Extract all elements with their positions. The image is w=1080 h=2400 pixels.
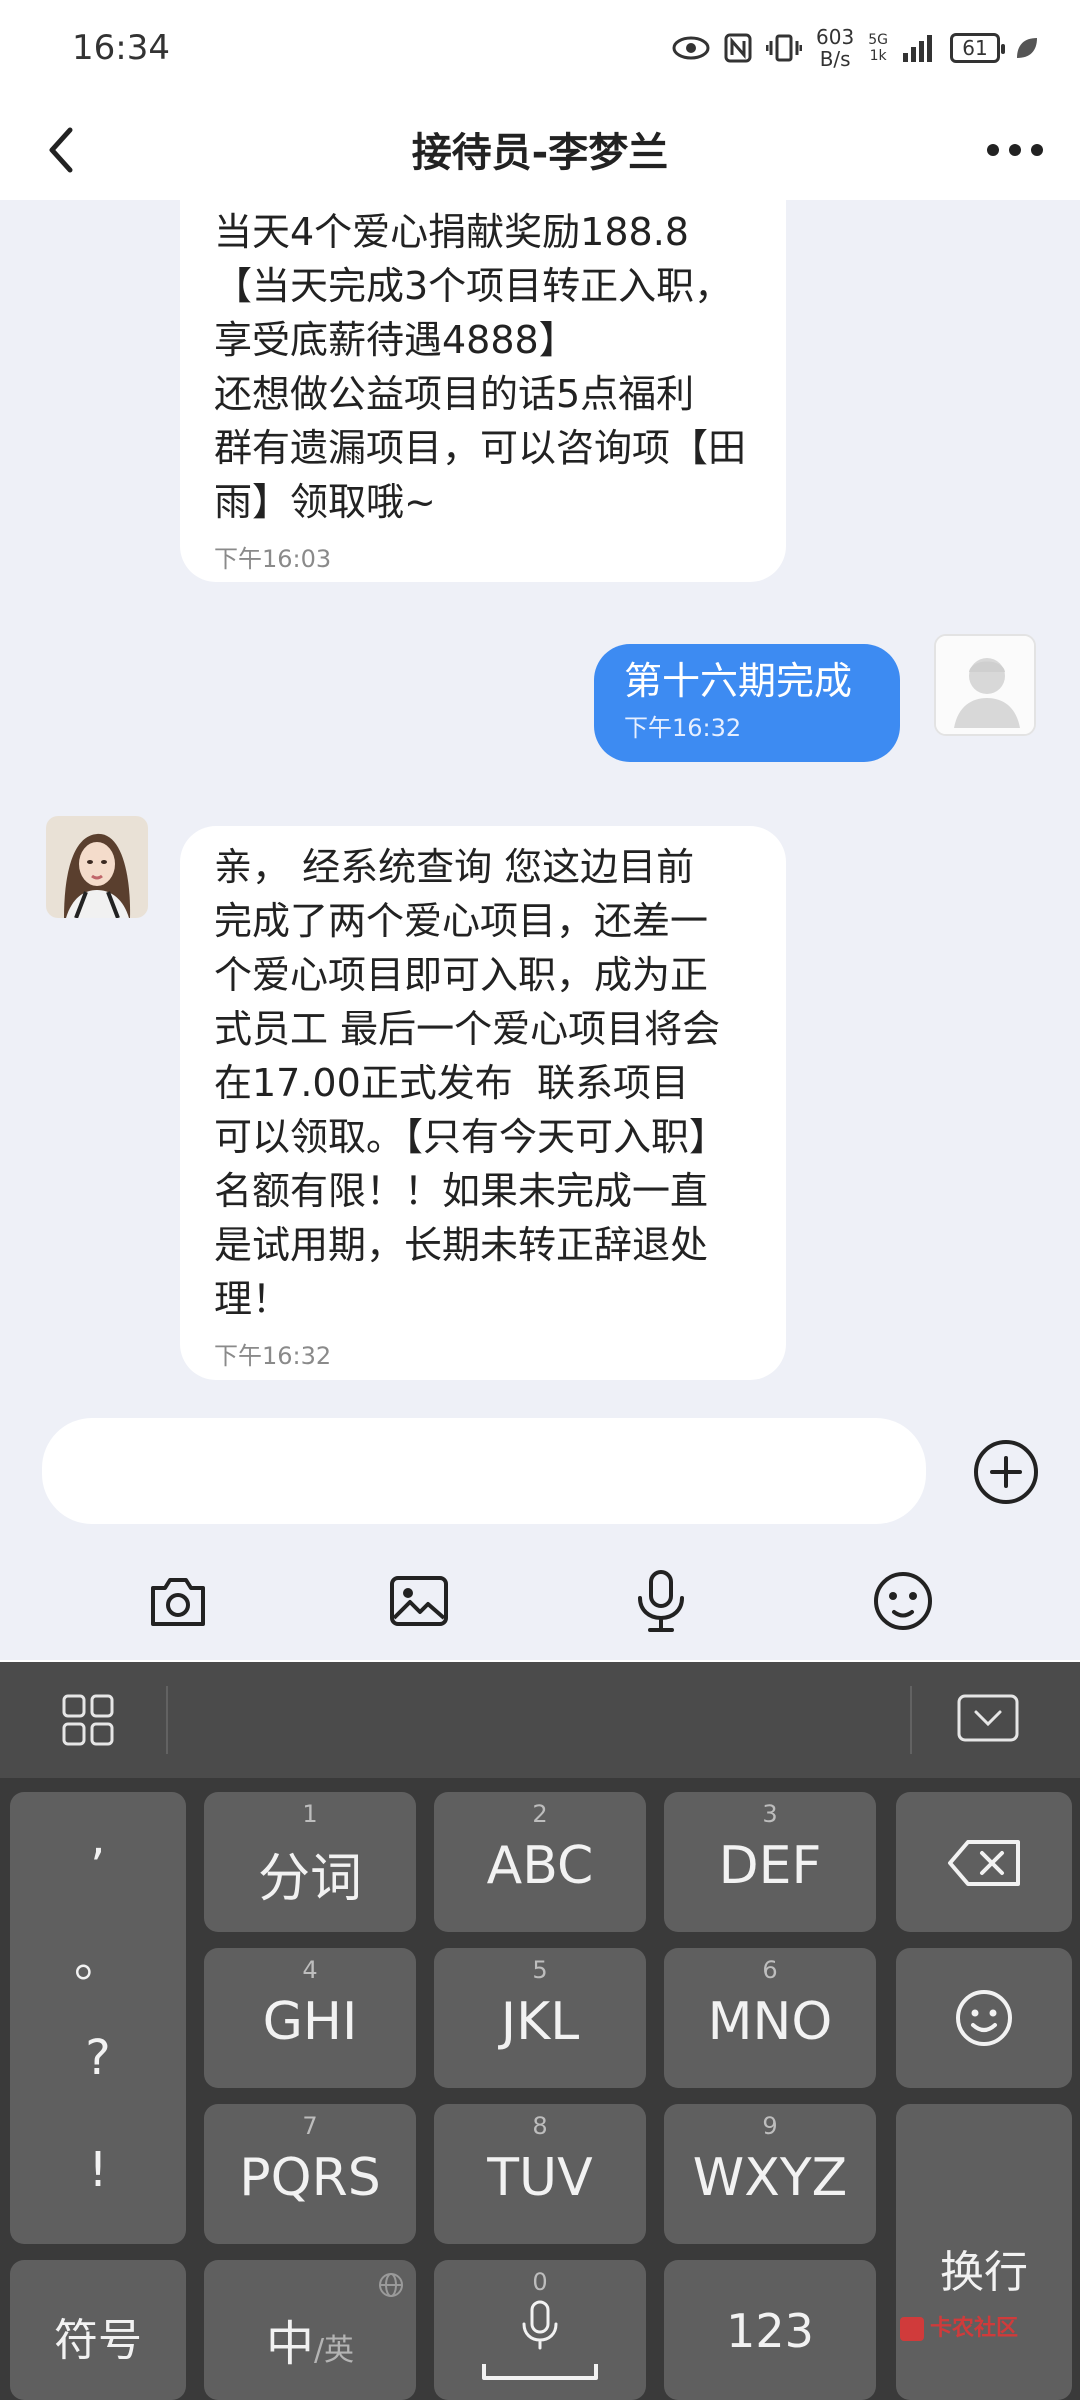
key-label: JKL — [500, 1992, 580, 2052]
space-key[interactable]: 0 — [434, 2260, 646, 2400]
punct-question[interactable]: ? — [10, 2030, 186, 2086]
key-label: WXYZ — [692, 2148, 848, 2208]
message-time: 下午16:32 — [624, 714, 742, 742]
chat-title: 接待员-李梦兰 — [411, 130, 669, 176]
keyboard: , 。 ? ! 1 分词 2 ABC 3 DEF 4 GHI 5 JKL 6 MNO 7 PQ… — [0, 1662, 1080, 2400]
emoji-icon[interactable] — [870, 1568, 936, 1634]
key-number: 0 — [532, 2268, 548, 2296]
numbers-key[interactable]: 123 — [664, 2260, 876, 2400]
eye-icon — [672, 36, 710, 60]
my-avatar[interactable] — [934, 634, 1036, 736]
toolbar-divider — [910, 1686, 912, 1754]
vibrate-icon — [766, 34, 803, 62]
toolbar-divider — [166, 1686, 168, 1754]
incoming-message[interactable]: 当天4个爱心捐献奖励188.8 【当天完成3个项目转正入职， 享受底薪待遇488… — [180, 200, 786, 582]
key-number: 3 — [762, 1800, 778, 1828]
incoming-message[interactable]: 亲， 经系统查询 您这边目前 完成了两个爱心项目，还差一 个爱心项目即可入职，成… — [180, 826, 786, 1380]
signal-icon — [903, 35, 932, 62]
key-4[interactable]: 4 GHI — [204, 1948, 416, 2088]
message-text: 第十六期完成 — [624, 659, 853, 703]
backspace-key[interactable] — [896, 1792, 1072, 1932]
key-label: ABC — [486, 1836, 594, 1896]
network-type: 5G 1k — [868, 32, 888, 64]
plus-icon[interactable] — [972, 1438, 1040, 1506]
message-time: 下午16:03 — [214, 545, 332, 573]
key-3[interactable]: 3 DEF — [664, 1792, 876, 1932]
key-8[interactable]: 8 TUV — [434, 2104, 646, 2244]
hide-keyboard-icon[interactable] — [956, 1692, 1020, 1748]
status-bar: 16:34 603 B/s 5G 1k 61 — [0, 0, 1080, 100]
microphone-icon[interactable] — [628, 1568, 694, 1634]
network-bottom: 1k — [869, 48, 887, 64]
lang-main: 中 — [265, 2316, 314, 2372]
lang-alt: /英 — [313, 2333, 355, 2368]
contact-photo — [46, 816, 148, 918]
key-2[interactable]: 2 ABC — [434, 1792, 646, 1932]
grid-menu-icon[interactable] — [60, 1692, 116, 1748]
battery-level: 61 — [962, 36, 988, 60]
nfc-icon — [724, 33, 752, 63]
key-number: 8 — [532, 2112, 548, 2140]
network-speed: 603 B/s — [816, 26, 854, 70]
message-input[interactable] — [42, 1418, 926, 1524]
symbols-label: 符号 — [54, 2315, 142, 2366]
contact-avatar[interactable] — [46, 816, 148, 918]
input-bar — [0, 1400, 1080, 1660]
watermark-text: 卡农社区 — [930, 2316, 1019, 2341]
key-label: MNO — [707, 1992, 833, 2052]
language-switch-key[interactable]: 中/英 — [204, 2260, 416, 2400]
message-time: 下午16:32 — [214, 1342, 332, 1370]
backspace-icon — [948, 1840, 1020, 1886]
enter-label: 换行 — [940, 2247, 1028, 2298]
image-icon[interactable] — [386, 1568, 452, 1634]
punctuation-column[interactable]: , 。 ? ! — [10, 1792, 186, 2244]
default-user-icon — [936, 636, 1034, 734]
more-options-icon[interactable] — [980, 118, 1050, 182]
enter-key[interactable]: 换行 — [896, 2104, 1072, 2400]
space-bar-icon — [482, 2364, 598, 2380]
smiley-icon — [956, 1990, 1012, 2046]
camera-icon[interactable] — [145, 1568, 211, 1634]
key-label: TUV — [487, 2148, 593, 2208]
speed-value: 603 — [816, 25, 855, 49]
key-label: PQRS — [239, 2148, 381, 2208]
status-time: 16:34 — [72, 28, 170, 68]
punct-comma[interactable]: , — [10, 1810, 186, 1866]
key-5[interactable]: 5 JKL — [434, 1948, 646, 2088]
key-label: 分词 — [257, 1849, 362, 1909]
message-text: 当天4个爱心捐献奖励188.8 【当天完成3个项目转正入职， 享受底薪待遇488… — [214, 210, 747, 524]
speed-unit: B/s — [819, 47, 851, 71]
globe-icon — [379, 2273, 403, 2297]
key-number: 4 — [302, 1956, 318, 1984]
keyboard-toolbar — [0, 1662, 1080, 1778]
key-label: DEF — [718, 1836, 822, 1896]
status-icons: 603 B/s 5G 1k 61 — [672, 26, 1040, 70]
key-number: 2 — [532, 1800, 548, 1828]
key-1[interactable]: 1 分词 — [204, 1792, 416, 1932]
battery-icon: 61 — [950, 33, 1005, 63]
watermark: 卡农社区 — [900, 2310, 1018, 2342]
key-6[interactable]: 6 MNO — [664, 1948, 876, 2088]
numbers-label: 123 — [726, 2304, 814, 2358]
attachment-toolbar — [0, 1568, 1080, 1638]
punct-period[interactable]: 。 — [10, 1920, 186, 1990]
chat-header: 接待员-李梦兰 — [0, 100, 1080, 200]
key-7[interactable]: 7 PQRS — [204, 2104, 416, 2244]
leaf-icon — [1017, 38, 1037, 58]
message-text: 亲， 经系统查询 您这边目前 完成了两个爱心项目，还差一 个爱心项目即可入职，成… — [214, 845, 728, 1321]
emoji-key[interactable] — [896, 1948, 1072, 2088]
outgoing-message[interactable]: 第十六期完成 下午16:32 — [594, 644, 900, 762]
symbols-key[interactable]: 符号 — [10, 2260, 186, 2400]
punct-exclaim[interactable]: ! — [10, 2142, 186, 2198]
key-number: 6 — [762, 1956, 778, 1984]
key-9[interactable]: 9 WXYZ — [664, 2104, 876, 2244]
key-label: GHI — [262, 1992, 358, 2052]
key-number: 7 — [302, 2112, 318, 2140]
network-top: 5G — [868, 32, 888, 48]
key-number: 5 — [532, 1956, 548, 1984]
key-number: 1 — [302, 1800, 318, 1828]
key-number: 9 — [762, 2112, 778, 2140]
